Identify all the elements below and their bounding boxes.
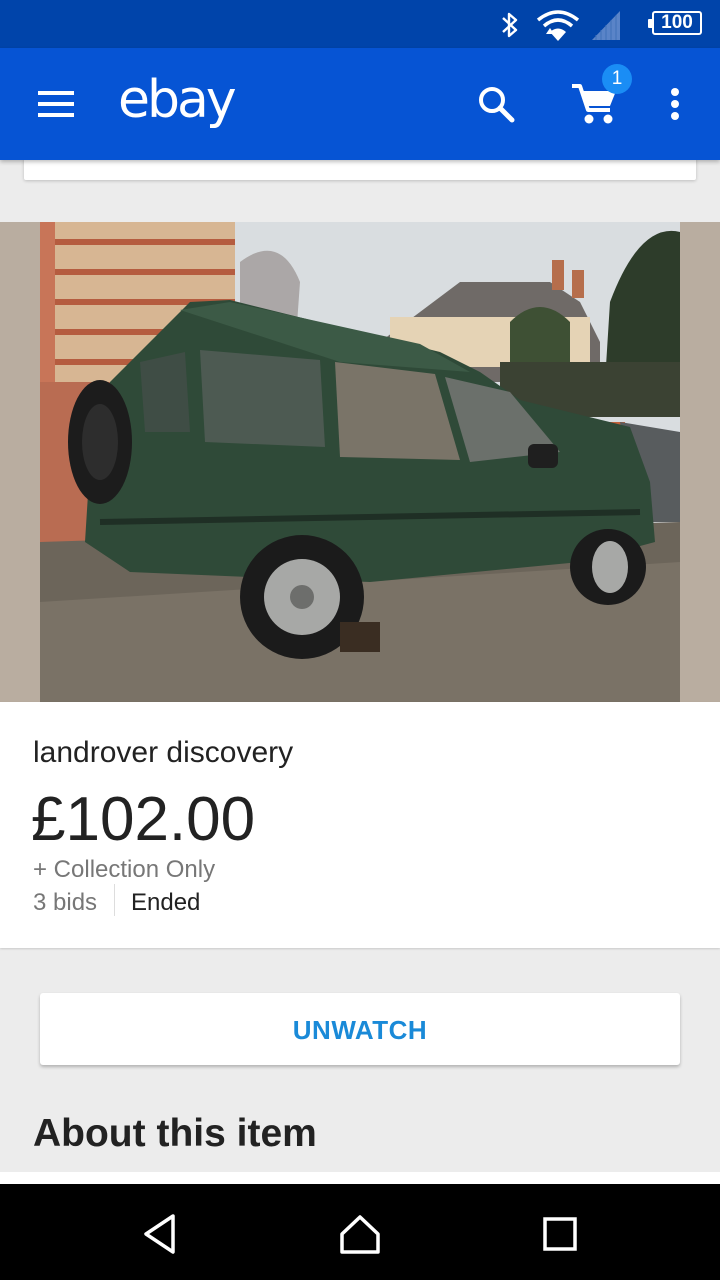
item-info-card: landrover discovery £102.00 + Collection… bbox=[0, 702, 720, 948]
battery-icon: 100 bbox=[648, 11, 702, 35]
item-image-area[interactable] bbox=[0, 222, 720, 702]
divider bbox=[114, 884, 115, 916]
item-photo[interactable] bbox=[40, 222, 680, 702]
signal-icon bbox=[592, 11, 620, 40]
search-icon[interactable] bbox=[468, 76, 524, 132]
menu-icon[interactable] bbox=[26, 76, 86, 132]
listing-status: Ended bbox=[131, 889, 201, 916]
navigation-bar bbox=[0, 1184, 720, 1280]
ebay-logo[interactable]: ebay bbox=[118, 70, 237, 130]
wifi-icon bbox=[536, 10, 580, 41]
about-item-heading: About this item bbox=[33, 1112, 317, 1155]
overflow-menu-icon[interactable] bbox=[656, 76, 696, 132]
app-bar: ebay 1 bbox=[0, 48, 720, 160]
unwatch-button[interactable]: UNWATCH bbox=[40, 993, 680, 1065]
bluetooth-icon bbox=[502, 12, 518, 38]
back-icon[interactable] bbox=[140, 1212, 180, 1256]
about-item-card bbox=[0, 1172, 720, 1184]
item-price: £102.00 bbox=[31, 785, 256, 854]
status-bar: 100 bbox=[0, 0, 720, 48]
cart-count-badge: 1 bbox=[602, 64, 632, 94]
item-title[interactable]: landrover discovery bbox=[33, 736, 293, 770]
bid-count: 3 bids bbox=[33, 889, 98, 916]
home-icon[interactable] bbox=[338, 1212, 382, 1256]
shipping-info: + Collection Only bbox=[33, 856, 216, 883]
recents-icon[interactable] bbox=[542, 1216, 578, 1252]
